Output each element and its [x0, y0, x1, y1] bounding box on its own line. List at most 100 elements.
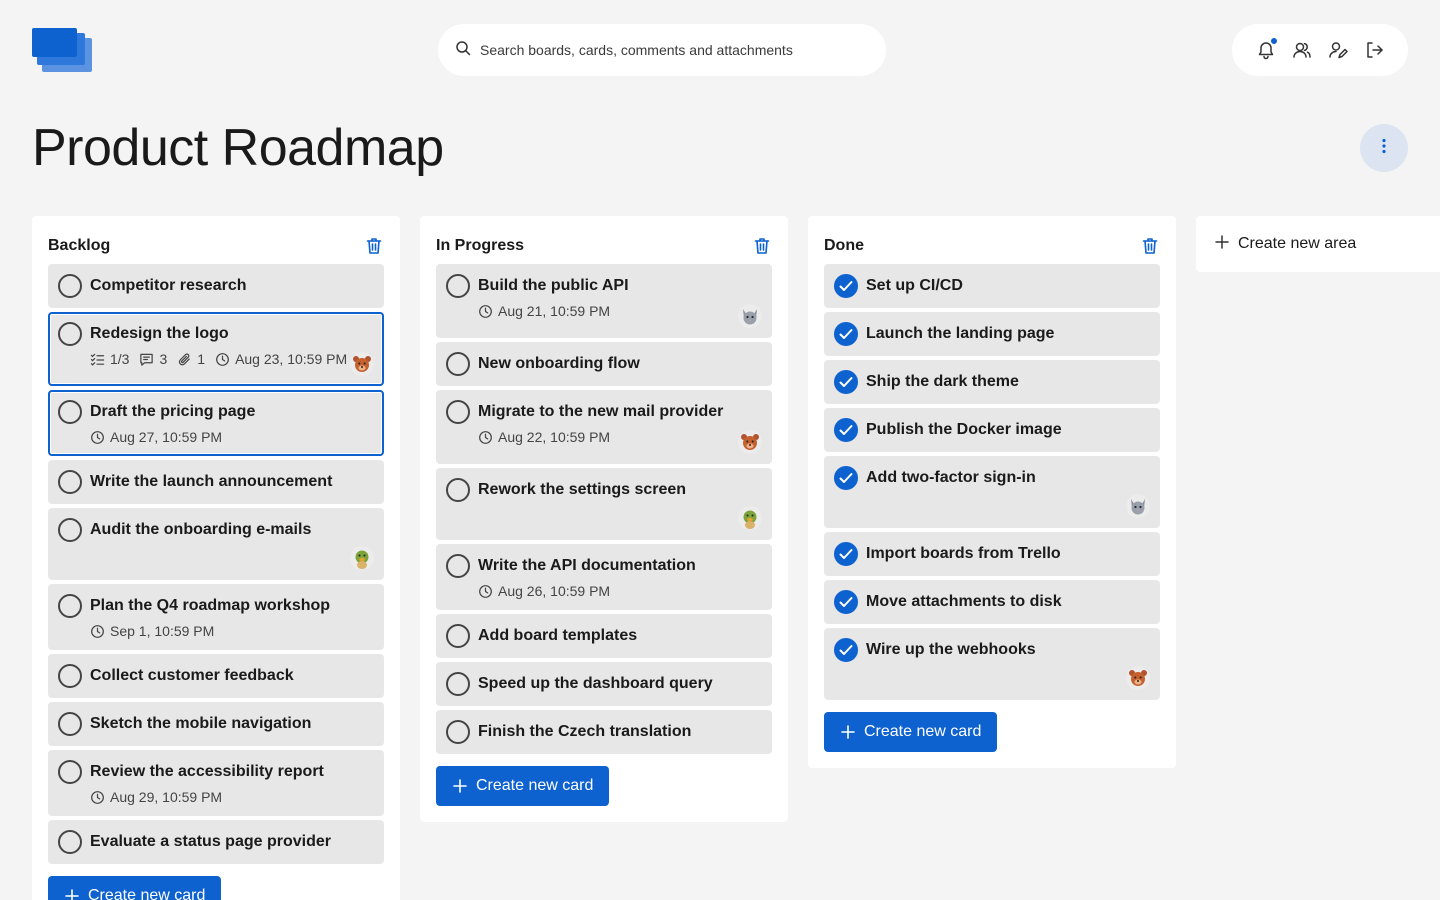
card-title: New onboarding flow	[478, 355, 640, 372]
complete-checkbox[interactable]	[446, 624, 470, 648]
avatar[interactable]	[1126, 494, 1150, 518]
search-input[interactable]	[480, 42, 860, 58]
card[interactable]: Rework the settings screen	[436, 468, 772, 540]
card-header-row: Write the launch announcement	[58, 470, 374, 494]
board-areas: Create new area Backlog Competitor resear…	[32, 216, 1440, 900]
complete-checkbox[interactable]	[58, 274, 82, 298]
complete-checkbox[interactable]	[446, 352, 470, 376]
avatar[interactable]	[738, 430, 762, 454]
card[interactable]: Plan the Q4 roadmap workshop Sep 1, 10:59…	[48, 584, 384, 650]
card[interactable]: Publish the Docker image	[824, 408, 1160, 452]
complete-checkbox[interactable]	[58, 518, 82, 542]
card[interactable]: Launch the landing page	[824, 312, 1160, 356]
complete-checkbox[interactable]	[58, 594, 82, 618]
area-title[interactable]: Done	[824, 237, 864, 255]
notifications-button[interactable]	[1256, 37, 1278, 60]
top-bar	[0, 0, 1440, 100]
complete-checkbox[interactable]	[58, 712, 82, 736]
card-title: Rework the settings screen	[478, 481, 687, 498]
card[interactable]: Evaluate a status page provider	[48, 820, 384, 864]
profile-settings-button[interactable]	[1328, 40, 1348, 60]
create-new-card-button[interactable]: Create new card	[436, 766, 610, 806]
card[interactable]: Redesign the logo 1/3 3 1 Aug 23, 10:59 PM	[48, 312, 384, 386]
logout-button[interactable]	[1364, 40, 1384, 60]
trash-icon[interactable]	[364, 236, 384, 256]
completed-checkbox[interactable]	[834, 542, 858, 566]
complete-checkbox[interactable]	[446, 478, 470, 502]
complete-checkbox[interactable]	[58, 830, 82, 854]
area-title[interactable]: In Progress	[436, 237, 524, 255]
card[interactable]: Wire up the webhooks	[824, 628, 1160, 700]
users-button[interactable]	[1292, 40, 1312, 60]
complete-checkbox[interactable]	[446, 274, 470, 298]
card-title: Publish the Docker image	[866, 421, 1062, 438]
avatar[interactable]	[1126, 666, 1150, 690]
card[interactable]: Collect customer feedback	[48, 654, 384, 698]
card[interactable]: Set up CI/CD	[824, 264, 1160, 308]
card[interactable]: Move attachments to disk	[824, 580, 1160, 624]
card[interactable]: New onboarding flow	[436, 342, 772, 386]
avatar[interactable]	[350, 352, 374, 376]
complete-checkbox[interactable]	[58, 664, 82, 688]
completed-checkbox[interactable]	[834, 274, 858, 298]
board-menu-button[interactable]	[1360, 124, 1408, 172]
card[interactable]: Draft the pricing page Aug 27, 10:59 PM	[48, 390, 384, 456]
completed-checkbox[interactable]	[834, 418, 858, 442]
avatar[interactable]	[738, 506, 762, 530]
create-new-card-button[interactable]: Create new card	[48, 876, 222, 900]
card-header-row: Ship the dark theme	[834, 370, 1150, 394]
card[interactable]: Write the launch announcement	[48, 460, 384, 504]
card[interactable]: Build the public API Aug 21, 10:59 PM	[436, 264, 772, 338]
create-new-card-label: Create new card	[88, 887, 206, 900]
avatar[interactable]	[738, 304, 762, 328]
card[interactable]: Finish the Czech translation	[436, 710, 772, 754]
card[interactable]: Import boards from Trello	[824, 532, 1160, 576]
complete-checkbox[interactable]	[58, 760, 82, 784]
area-title[interactable]: Backlog	[48, 237, 110, 255]
card[interactable]: Competitor research	[48, 264, 384, 308]
complete-checkbox[interactable]	[446, 554, 470, 578]
card[interactable]: Sketch the mobile navigation	[48, 702, 384, 746]
card[interactable]: Review the accessibility report Aug 29, 1…	[48, 750, 384, 816]
complete-checkbox[interactable]	[446, 720, 470, 744]
completed-checkbox[interactable]	[834, 370, 858, 394]
card[interactable]: Ship the dark theme	[824, 360, 1160, 404]
card-title: Competitor research	[90, 277, 247, 294]
completed-checkbox[interactable]	[834, 638, 858, 662]
card-title: Redesign the logo	[90, 325, 229, 342]
card-header-row: Build the public API	[446, 274, 762, 298]
trash-icon[interactable]	[752, 236, 772, 256]
card[interactable]: Write the API documentation Aug 26, 10:59…	[436, 544, 772, 610]
card-title: Add two-factor sign-in	[866, 469, 1036, 486]
card-header-row: Redesign the logo	[58, 322, 374, 346]
card-date-value: Aug 29, 10:59 PM	[110, 789, 223, 805]
card[interactable]: Add two-factor sign-in	[824, 456, 1160, 528]
card-date: Aug 29, 10:59 PM	[90, 789, 222, 805]
card[interactable]: Migrate to the new mail provider Aug 22, …	[436, 390, 772, 464]
search-bar[interactable]	[438, 24, 886, 76]
complete-checkbox[interactable]	[58, 470, 82, 494]
completed-checkbox[interactable]	[834, 590, 858, 614]
card-header-row: Add board templates	[446, 624, 762, 648]
completed-checkbox[interactable]	[834, 466, 858, 490]
card[interactable]: Add board templates	[436, 614, 772, 658]
complete-checkbox[interactable]	[58, 322, 82, 346]
card-title: Set up CI/CD	[866, 277, 963, 294]
card[interactable]: Speed up the dashboard query	[436, 662, 772, 706]
completed-checkbox[interactable]	[834, 322, 858, 346]
clock-icon	[90, 624, 105, 639]
avatar[interactable]	[350, 546, 374, 570]
card[interactable]: Audit the onboarding e-mails	[48, 508, 384, 580]
area-header: Done	[824, 232, 1160, 260]
trash-icon[interactable]	[1140, 236, 1160, 256]
card-meta: Aug 26, 10:59 PM	[478, 582, 762, 600]
page-title: Product Roadmap	[32, 119, 444, 177]
card-date-value: Aug 26, 10:59 PM	[498, 583, 611, 599]
create-new-area-button[interactable]: Create new area	[1196, 216, 1440, 272]
complete-checkbox[interactable]	[446, 400, 470, 424]
create-new-card-button[interactable]: Create new card	[824, 712, 998, 752]
complete-checkbox[interactable]	[446, 672, 470, 696]
complete-checkbox[interactable]	[58, 400, 82, 424]
clock-icon	[90, 430, 105, 445]
app-logo[interactable]	[32, 28, 92, 72]
